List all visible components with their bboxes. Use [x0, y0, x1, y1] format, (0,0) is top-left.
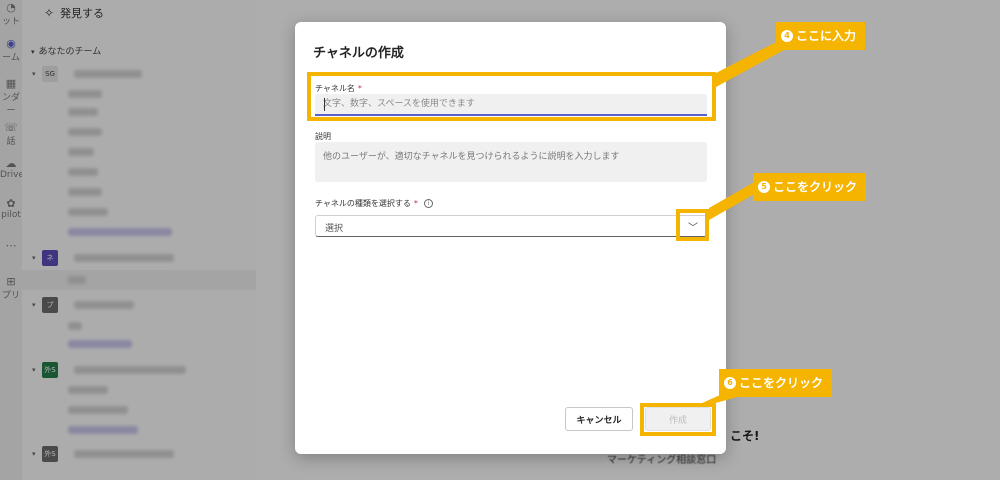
info-icon[interactable]: i	[423, 199, 433, 208]
callout-step5: 5 ここをクリック	[753, 173, 867, 201]
callout-step4: 4 ここに入力	[776, 22, 866, 50]
dialog-title: チャネルの作成	[313, 46, 404, 61]
description-textarea[interactable]	[315, 142, 707, 182]
channel-type-value: 選択	[325, 224, 344, 234]
cancel-button[interactable]: キャンセル	[565, 407, 633, 431]
channel-type-select[interactable]: 選択 ﹀	[315, 215, 707, 237]
required-mark: *	[413, 199, 418, 208]
highlight-channel-name	[307, 72, 716, 121]
highlight-create	[640, 403, 716, 436]
channel-type-label: チャネルの種類を選択する * i	[315, 198, 433, 209]
callout-step6: 6 ここをクリック	[719, 369, 833, 397]
highlight-dropdown	[676, 209, 709, 241]
description-label: 説明	[315, 132, 331, 141]
